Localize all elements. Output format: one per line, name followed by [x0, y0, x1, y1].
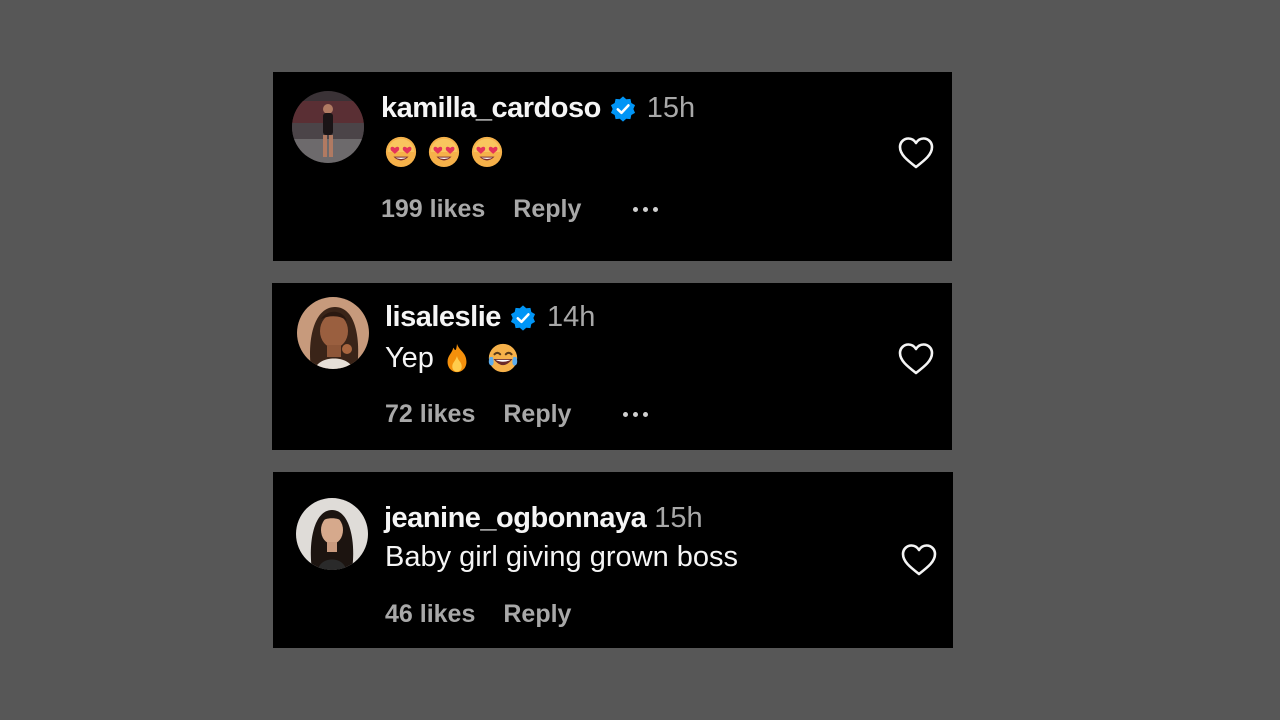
more-options-icon[interactable] — [633, 198, 659, 222]
timestamp: 14h — [546, 301, 596, 333]
username[interactable]: kamilla_cardoso — [381, 92, 601, 125]
username[interactable]: lisaleslie — [385, 301, 501, 334]
likes-count[interactable]: 199 likes — [381, 195, 485, 224]
likes-count[interactable]: 72 likes — [385, 400, 475, 429]
comment-actions: 46 likes Reply — [385, 600, 571, 629]
heart-eyes-emoji-icon — [470, 134, 504, 168]
comment-actions: 72 likes Reply — [385, 400, 649, 429]
heart-outline-icon[interactable] — [897, 341, 935, 377]
comment-header: kamilla_cardoso 15h — [381, 92, 695, 125]
reply-button[interactable]: Reply — [503, 400, 571, 429]
comment-header: lisaleslie 14h — [385, 301, 595, 334]
avatar[interactable] — [297, 297, 369, 369]
avatar[interactable] — [292, 91, 364, 163]
username[interactable]: jeanine_ogbonnaya — [384, 502, 647, 535]
avatar-photo — [292, 91, 364, 163]
heart-outline-icon[interactable] — [900, 542, 938, 578]
reply-button[interactable]: Reply — [513, 195, 581, 224]
timestamp: 15h — [654, 502, 703, 534]
heart-eyes-emoji-icon — [427, 134, 461, 168]
verified-badge-icon — [609, 95, 637, 123]
avatar[interactable] — [296, 498, 368, 570]
comment-text-content: Yep — [385, 341, 434, 374]
avatar-photo — [297, 297, 369, 369]
timestamp: 15h — [646, 92, 696, 124]
heart-outline-icon[interactable] — [897, 135, 935, 171]
comment-card-lisaleslie: lisaleslie 14h Yep 72 likes Reply — [272, 283, 952, 450]
comment-text: Baby girl giving grown boss — [385, 541, 738, 574]
heart-eyes-emoji-icon — [384, 134, 418, 168]
comment-text-content: Baby girl giving grown boss — [385, 541, 739, 573]
face-with-tears-of-joy-icon — [486, 341, 520, 375]
comment-actions: 199 likes Reply — [381, 195, 659, 224]
more-options-icon[interactable] — [623, 403, 649, 427]
avatar-photo — [296, 498, 368, 570]
comment-card-kamilla: kamilla_cardoso 15h 199 likes Reply — [273, 72, 952, 261]
verified-badge-icon — [509, 304, 537, 332]
likes-count[interactable]: 46 likes — [385, 600, 475, 629]
reply-button[interactable]: Reply — [503, 600, 571, 629]
comment-card-jeanine: jeanine_ogbonnaya 15h Baby girl giving g… — [273, 472, 953, 648]
comment-text: Yep — [385, 341, 529, 375]
fire-emoji-icon — [440, 341, 474, 375]
comment-header: jeanine_ogbonnaya 15h — [384, 502, 703, 535]
comment-text — [384, 134, 513, 168]
